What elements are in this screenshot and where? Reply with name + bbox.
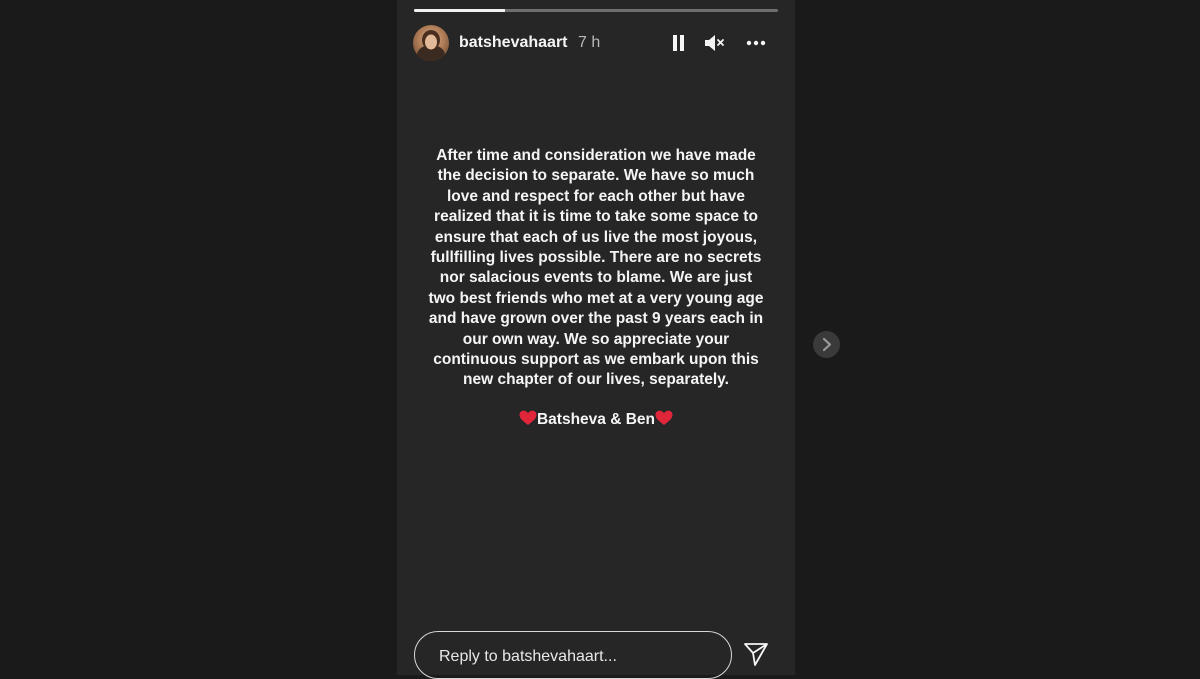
message-line: the decision to separate. We have so muc… — [437, 167, 755, 185]
paper-plane-icon[interactable] — [743, 641, 769, 667]
next-story-button[interactable] — [813, 331, 840, 358]
story-progress-bar — [414, 9, 778, 12]
heart-icon — [519, 410, 537, 426]
post-time: 7 h — [578, 34, 601, 51]
message-line: two best friends who met at a very young… — [428, 289, 764, 307]
message-line: our own way. We so appreciate your — [462, 330, 730, 348]
story-header: batshevahaart 7 h — [413, 25, 779, 62]
message-line: love and respect for each other but have — [446, 187, 746, 205]
heart-icon — [655, 410, 673, 426]
message-line: and have grown over the past 9 years eac… — [428, 310, 764, 328]
message-line: fullfilling lives possible. There are no… — [430, 249, 762, 267]
story-message: After time and consideration we have mad… — [417, 146, 775, 391]
message-line: ensure that each of us live the most joy… — [434, 228, 758, 246]
story-progress-fill — [414, 9, 505, 12]
pause-icon[interactable] — [671, 35, 685, 51]
message-line: realized that it is time to take some sp… — [434, 208, 758, 226]
username[interactable]: batshevahaart — [459, 34, 568, 52]
avatar[interactable] — [413, 25, 449, 61]
signature: Batsheva & Ben — [397, 410, 795, 429]
message-line: After time and consideration we have mad… — [436, 147, 756, 164]
reply-input[interactable] — [437, 645, 721, 669]
message-line: new chapter of our lives, separately. — [463, 371, 729, 389]
signature-text: Batsheva & Ben — [536, 411, 655, 428]
more-dots-icon[interactable] — [746, 33, 766, 53]
speaker-muted-icon[interactable] — [704, 33, 726, 53]
reply-field[interactable] — [414, 631, 732, 679]
message-line: continuous support as we embark upon thi… — [433, 351, 759, 369]
story-viewer: batshevahaart 7 h After time and conside… — [397, 0, 795, 679]
message-line: nor salacious events to blame. We are ju… — [439, 269, 753, 287]
